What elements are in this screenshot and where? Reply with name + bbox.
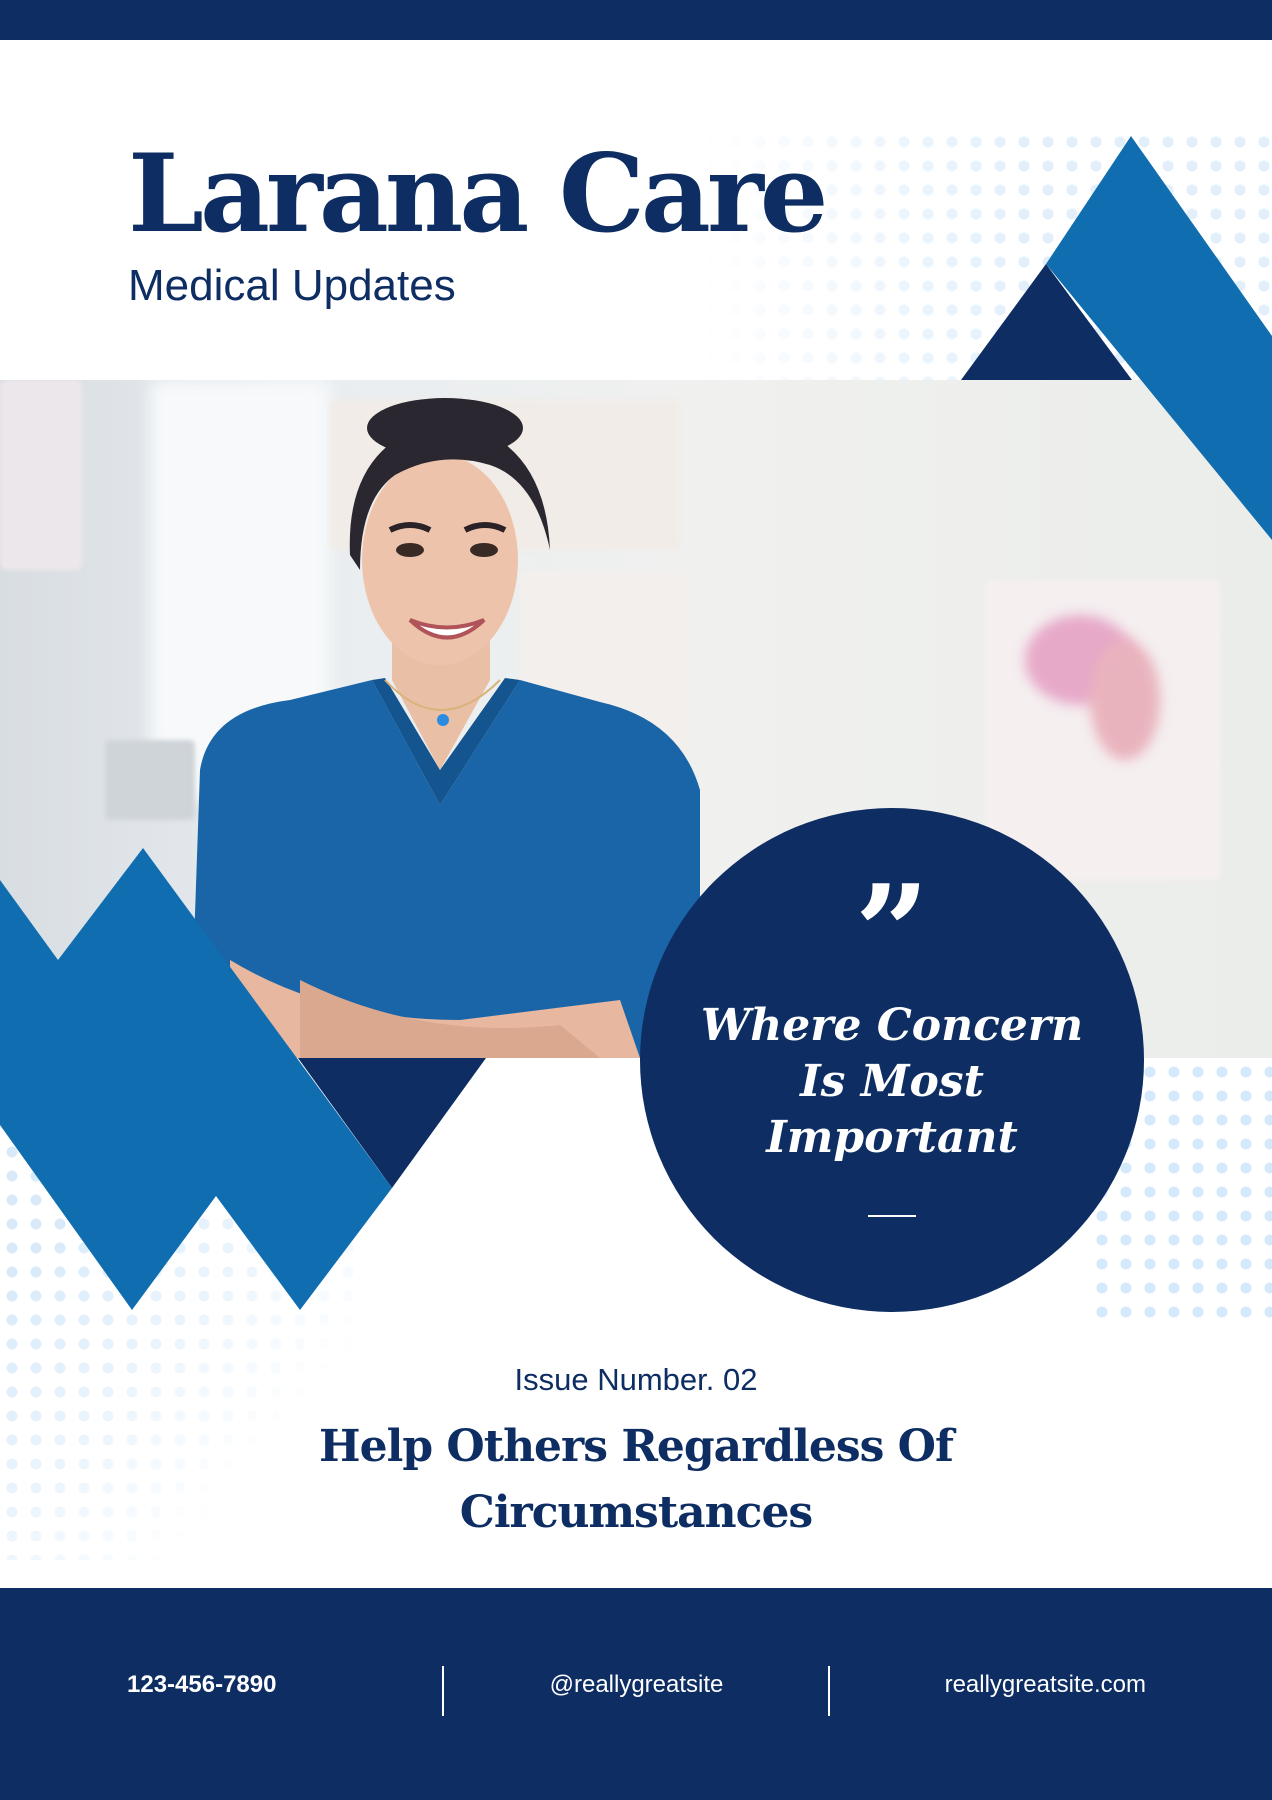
brand-title: Larana Care — [128, 131, 828, 257]
brand-subtitle: Medical Updates — [128, 261, 456, 310]
quote-text: Where Concern Is Most Important — [700, 1000, 1084, 1163]
footer-phone: 123-456-7890 — [127, 1671, 277, 1698]
issue-headline: Help Others Regardless Of Circumstances — [319, 1421, 954, 1538]
footer-website: reallygreatsite.com — [944, 1671, 1146, 1698]
footer-social-handle: @reallygreatsite — [549, 1671, 724, 1698]
issue-number: Issue Number. 02 — [514, 1362, 758, 1397]
footer-divider-2 — [828, 1666, 830, 1716]
top-bar — [0, 0, 1272, 40]
quote-circle: ” Where Concern Is Most Important — [640, 808, 1144, 1312]
quote-mark-icon: ” — [854, 856, 930, 1009]
quote-divider — [868, 1215, 916, 1217]
